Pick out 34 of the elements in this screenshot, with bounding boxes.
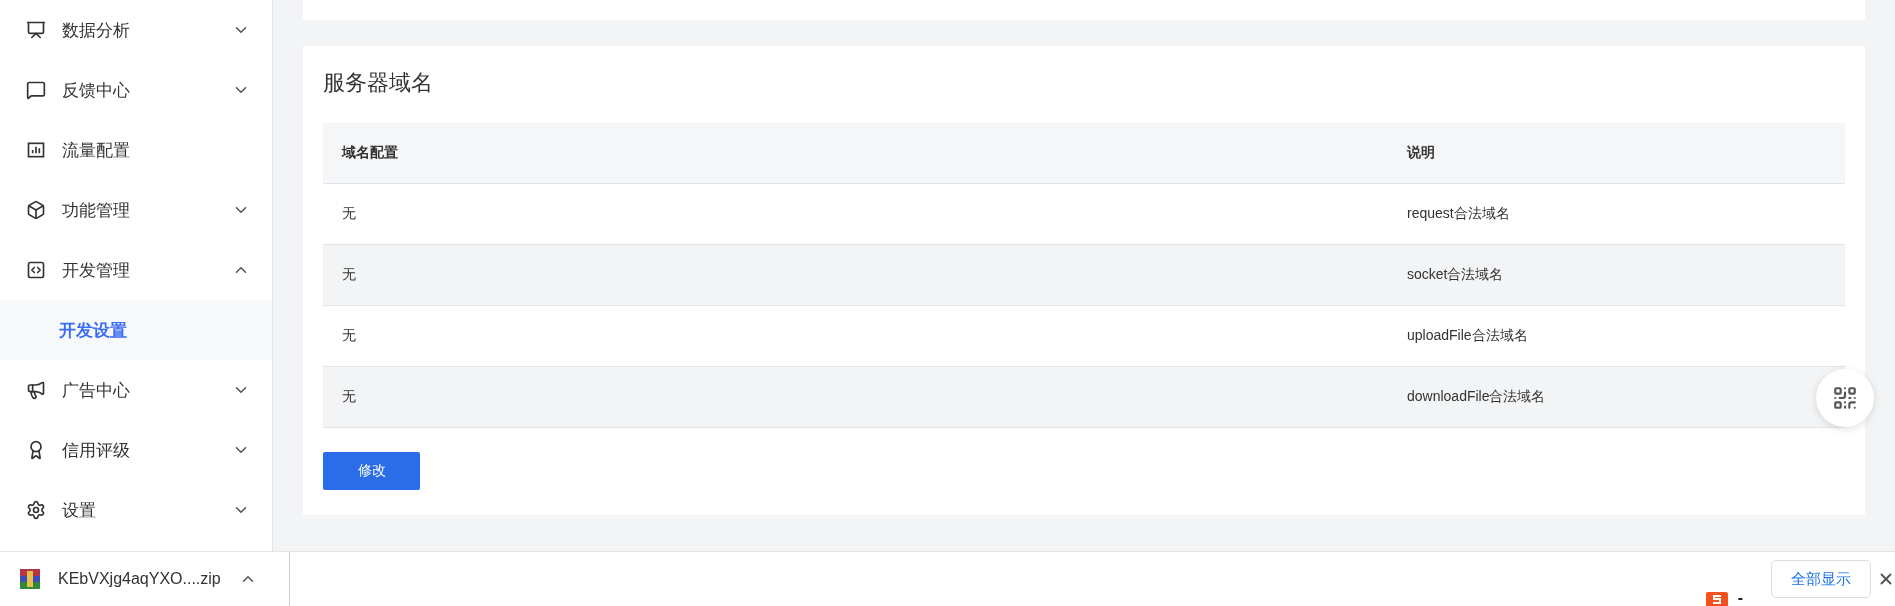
- edit-button[interactable]: 修改: [323, 452, 420, 490]
- sidebar-label: 数据分析: [62, 19, 131, 42]
- keyboard-tray-icon[interactable]: [1705, 592, 1728, 606]
- table-cell-text: 无: [341, 388, 357, 406]
- column-header: 域名配置: [340, 144, 399, 162]
- presentation-icon: [26, 20, 46, 40]
- settings-icon: [26, 500, 46, 520]
- sidebar-subitem[interactable]: 开发设置: [0, 300, 272, 360]
- section-title: 服务器域名: [323, 69, 434, 97]
- code-icon: [26, 260, 46, 280]
- table-cell-text: 无: [341, 266, 357, 284]
- sidebar-label: 设置: [62, 499, 97, 522]
- show-all-button[interactable]: 全部显示: [1771, 560, 1871, 599]
- sidebar-label: 流量配置: [62, 139, 131, 162]
- sidebar-label: 反馈中心: [62, 79, 131, 102]
- table-cell-text: 无: [341, 327, 357, 345]
- bar-chart-icon: [26, 140, 46, 160]
- message-icon: [26, 80, 46, 100]
- qr-code-icon: [1832, 385, 1858, 411]
- sidebar-label: 功能管理: [62, 199, 131, 222]
- table-cell-text: socket合法域名: [1406, 266, 1505, 284]
- sidebar-label: 广告中心: [62, 379, 131, 402]
- table-cell-text: uploadFile合法域名: [1406, 327, 1529, 345]
- sidebar-label: 开发管理: [62, 259, 131, 282]
- table-cell-text: downloadFile合法域名: [1406, 388, 1547, 406]
- cube-icon: [26, 200, 46, 220]
- table-cell-text: 无: [341, 205, 357, 223]
- column-header: 说明: [1406, 144, 1436, 162]
- megaphone-icon: [26, 380, 46, 400]
- tray-text: -: [1737, 590, 1743, 606]
- sidebar-label: 信用评级: [62, 439, 131, 462]
- download-filename[interactable]: KEbVXjg4aqYXO....zip: [58, 570, 221, 589]
- archive-icon: [20, 569, 40, 590]
- table-cell-text: request合法域名: [1406, 205, 1511, 223]
